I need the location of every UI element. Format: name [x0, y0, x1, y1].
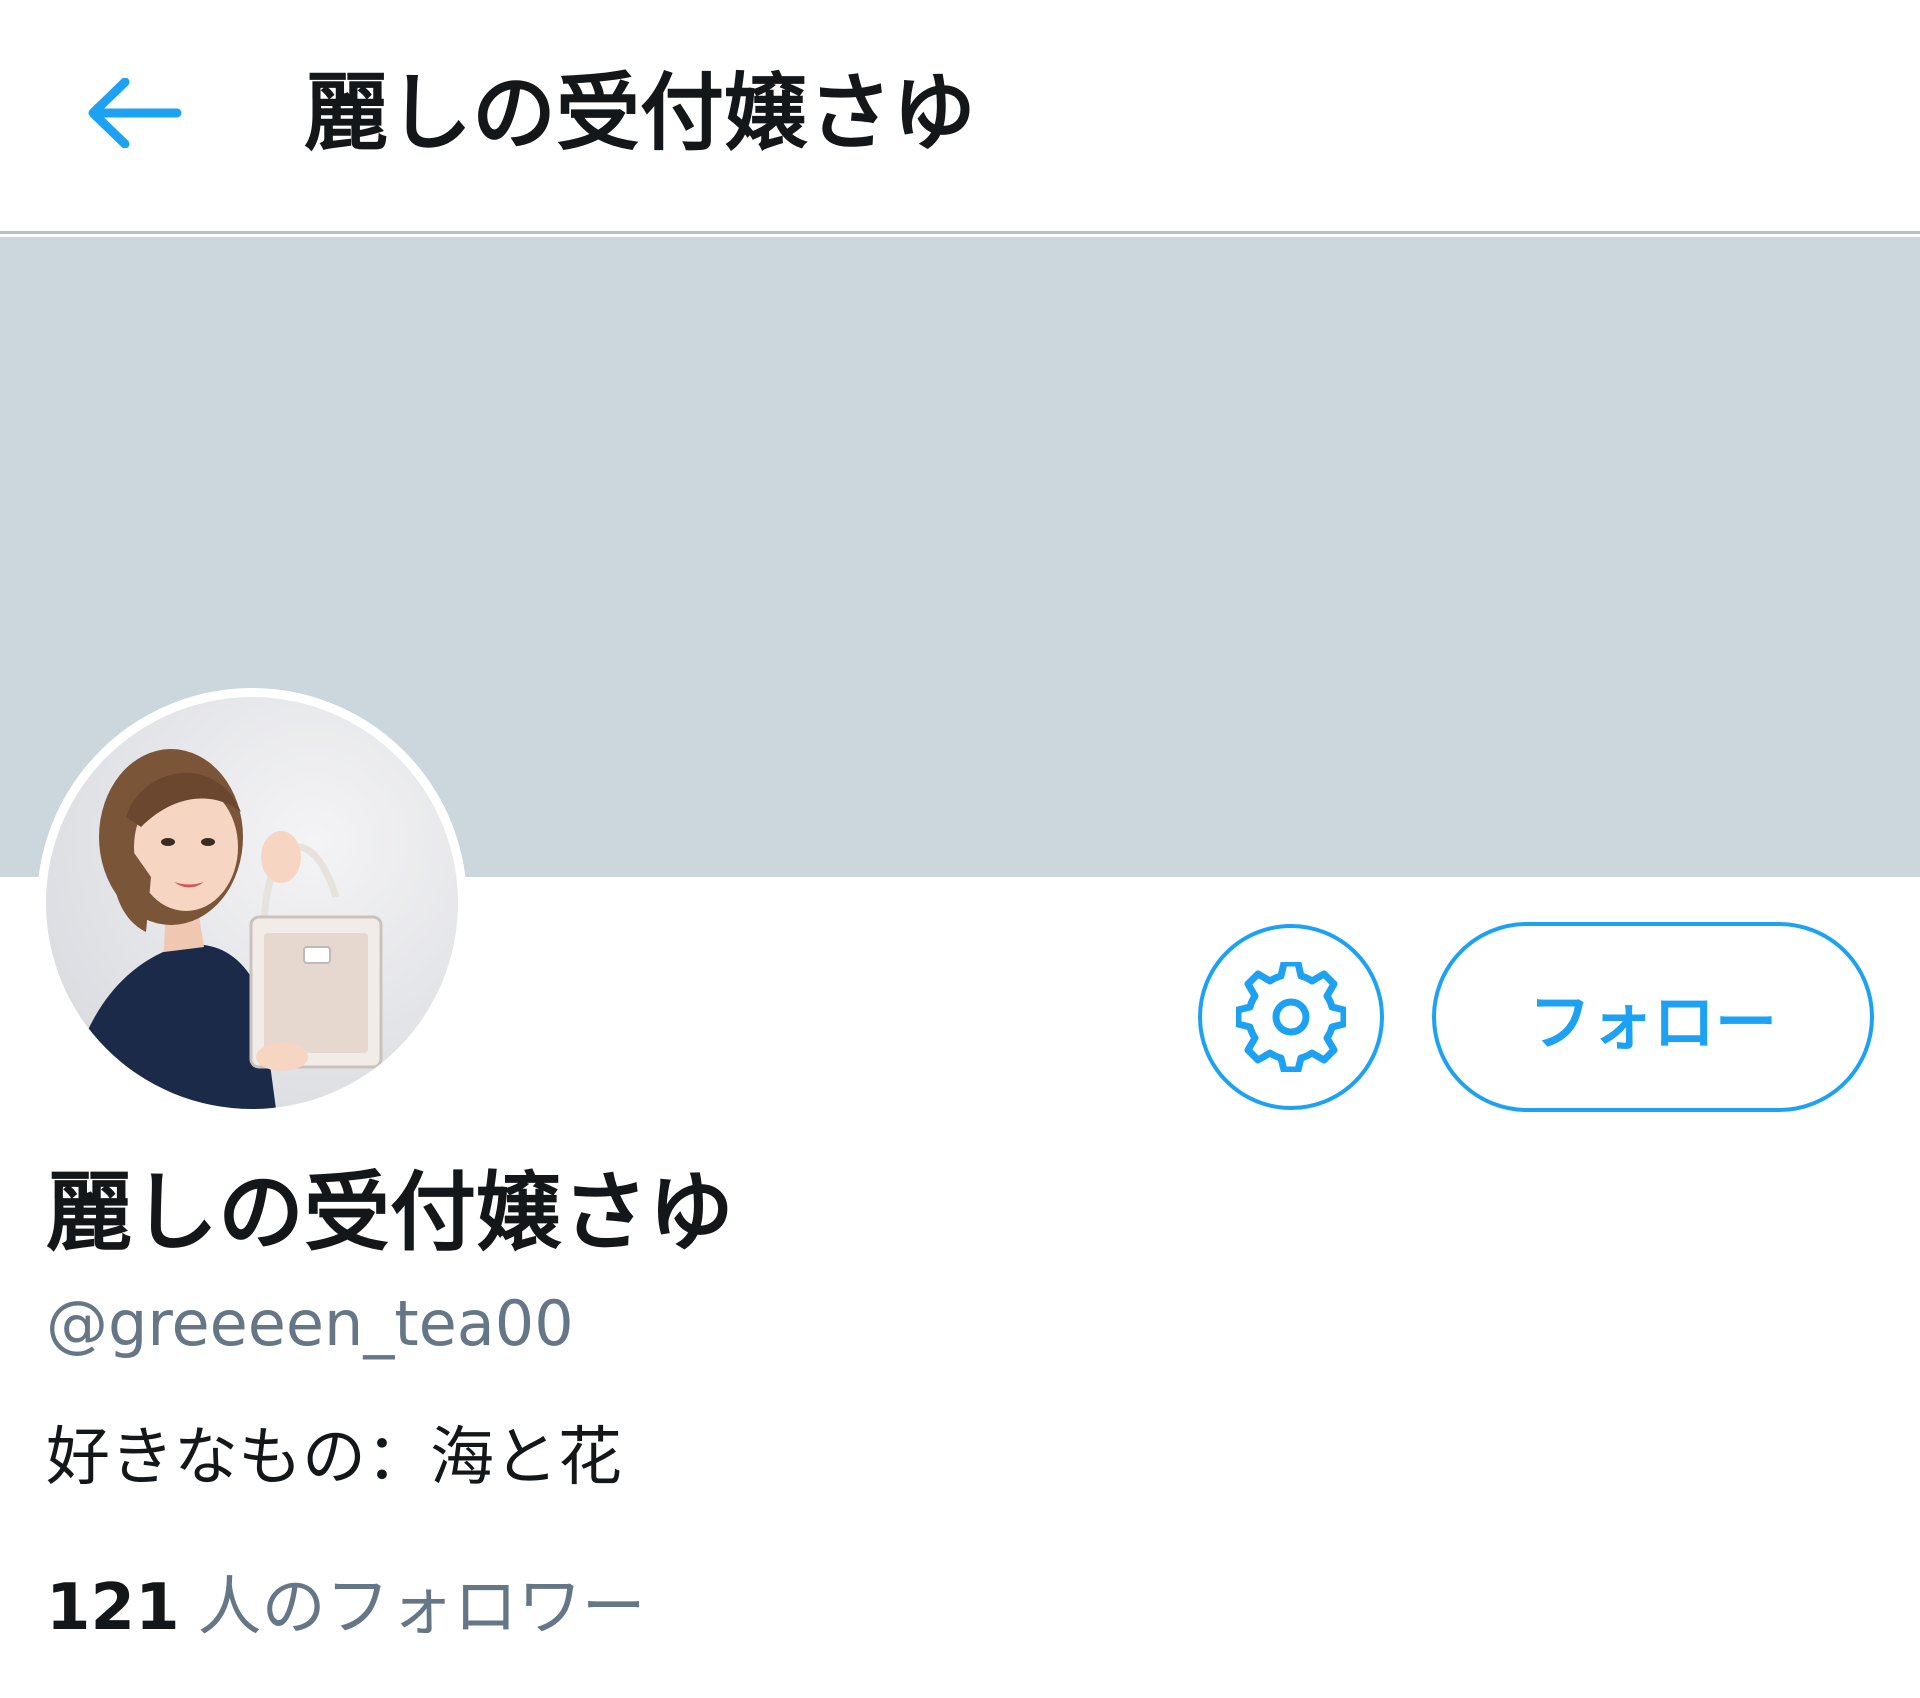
- followers-count: 121: [46, 1571, 180, 1645]
- arrow-left-icon: [88, 78, 182, 148]
- back-button[interactable]: [84, 62, 186, 164]
- avatar[interactable]: [37, 688, 467, 1118]
- avatar-photo: [46, 697, 458, 1109]
- gear-icon: [1236, 962, 1346, 1072]
- profile-bio: 好きなもの：海と花: [46, 1421, 622, 1495]
- followers-link[interactable]: 121 人のフォロワー: [46, 1566, 646, 1650]
- profile-page: 麗しの受付嬢さゆ フォロー 麗しの受付嬢さゆ @greeeen_tea00 好き…: [0, 0, 1920, 1698]
- username-handle: @greeeen_tea00: [46, 1287, 574, 1360]
- followers-label: 人のフォロワー: [197, 1571, 646, 1645]
- top-bar: 麗しの受付嬢さゆ: [0, 0, 1920, 234]
- follow-button[interactable]: フォロー: [1432, 922, 1874, 1112]
- settings-button[interactable]: [1198, 924, 1384, 1110]
- header-title: 麗しの受付嬢さゆ: [304, 64, 977, 162]
- display-name: 麗しの受付嬢さゆ: [46, 1163, 734, 1263]
